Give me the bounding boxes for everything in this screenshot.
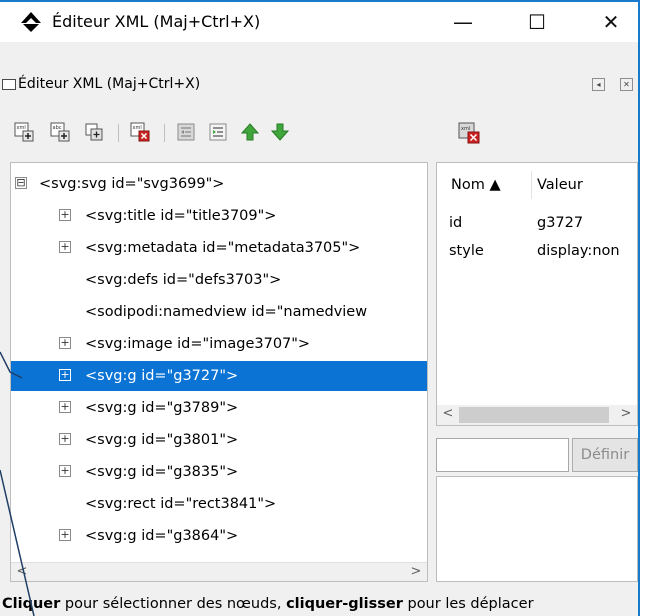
tree-node-label: <svg:rect id="rect3841"> (85, 496, 277, 512)
tree-node[interactable]: + <svg:g id="g3835"> (11, 457, 427, 487)
scroll-left-icon[interactable]: < (439, 405, 457, 423)
new-text-node-icon[interactable]: abc (50, 122, 70, 142)
expand-icon[interactable]: + (59, 209, 71, 221)
expand-icon[interactable]: + (59, 465, 71, 477)
tree-node[interactable]: <svg:rect id="rect3841"> (11, 489, 427, 519)
toolbar-separator (118, 124, 119, 142)
status-click-label: Cliquer (2, 596, 61, 612)
status-bar: Cliquer pour sélectionner des nœuds, cli… (2, 596, 534, 612)
expand-icon[interactable]: + (59, 401, 71, 413)
expand-icon[interactable]: + (59, 529, 71, 541)
attribute-name[interactable]: id (449, 215, 462, 231)
attribute-value[interactable]: display:non (537, 243, 620, 259)
tree-node-label: <svg:defs id="defs3703"> (85, 272, 282, 288)
close-button[interactable]: ✕ (586, 2, 636, 42)
expand-icon[interactable]: + (59, 369, 71, 381)
xml-editor-window: Éditeur XML (Maj+Ctrl+X) — ☐ ✕ Éditeur X… (0, 0, 640, 616)
svg-text:xml: xml (461, 126, 470, 132)
status-text: pour les déplacer (402, 596, 534, 612)
tree-node[interactable]: ⊟ <svg:svg id="svg3699"> (11, 169, 427, 199)
expand-icon[interactable]: + (59, 337, 71, 349)
scroll-left-icon[interactable]: < (13, 563, 31, 581)
attributes-horizontal-scrollbar[interactable]: < > (437, 405, 637, 425)
tree-node-label: <svg:title id="title3709"> (85, 208, 277, 224)
xml-panel-icon (2, 79, 16, 90)
delete-attribute-icon[interactable]: xml (458, 122, 480, 144)
scrollbar-thumb[interactable] (459, 407, 609, 423)
new-element-node-icon[interactable]: xml (14, 122, 34, 142)
expand-icon[interactable]: + (59, 433, 71, 445)
toolbar-separator (164, 124, 165, 142)
scroll-right-icon[interactable]: > (407, 563, 425, 581)
tree-node-label: <svg:svg id="svg3699"> (39, 176, 225, 192)
tree-node-selected[interactable]: + <svg:g id="g3727"> (11, 361, 427, 391)
indent-node-icon[interactable] (208, 122, 228, 142)
maximize-button[interactable]: ☐ (512, 2, 562, 42)
tree-node[interactable]: + <svg:g id="g3864"> (11, 521, 427, 551)
column-header-name[interactable]: Nom ▲ (451, 177, 501, 193)
tree-node-label: <svg:image id="image3707"> (85, 336, 311, 352)
attribute-name[interactable]: style (449, 243, 484, 259)
expand-icon[interactable]: + (59, 241, 71, 253)
define-button[interactable]: Définir (572, 438, 638, 472)
inkscape-logo-icon (21, 12, 41, 32)
column-header-value[interactable]: Valeur (537, 177, 583, 193)
tree-node-label: <svg:g id="g3789"> (85, 400, 239, 416)
tree-node-label: <svg:metadata id="metadata3705"> (85, 240, 361, 256)
window-title: Éditeur XML (Maj+Ctrl+X) (52, 12, 261, 31)
tree-node[interactable]: + <svg:metadata id="metadata3705"> (11, 233, 427, 263)
window-titlebar[interactable]: Éditeur XML (Maj+Ctrl+X) — ☐ ✕ (0, 2, 638, 42)
tree-node[interactable]: <svg:defs id="defs3703"> (11, 265, 427, 295)
status-text: pour sélectionner des nœuds, (60, 596, 287, 612)
node-tree[interactable]: ⊟ <svg:svg id="svg3699"> + <svg:title id… (10, 162, 428, 582)
attribute-value[interactable]: g3727 (537, 215, 583, 231)
scroll-right-icon[interactable]: > (617, 405, 635, 423)
raise-node-icon[interactable] (240, 122, 260, 142)
duplicate-node-icon[interactable] (84, 122, 104, 142)
panel-iconify-button[interactable]: ◂ (592, 78, 605, 91)
delete-node-icon[interactable]: xml (130, 122, 150, 142)
tree-node[interactable]: + <svg:g id="g3789"> (11, 393, 427, 423)
collapse-icon[interactable]: ⊟ (15, 177, 27, 189)
tree-node-label: <svg:g id="g3727"> (85, 368, 239, 384)
svg-text:abc: abc (53, 125, 62, 131)
tree-node[interactable]: <sodipodi:namedview id="namedview (11, 297, 427, 327)
lower-node-icon[interactable] (270, 122, 290, 142)
tree-node[interactable]: + <svg:image id="image3707"> (11, 329, 427, 359)
attribute-value-input[interactable] (436, 438, 569, 472)
minimize-button[interactable]: — (438, 2, 488, 42)
attributes-table[interactable]: Nom ▲ Valeur id g3727 style display:non … (436, 162, 638, 426)
panel-close-button[interactable]: ✕ (620, 78, 633, 91)
tree-node-label: <sodipodi:namedview id="namedview (85, 304, 368, 320)
attribute-value-editor[interactable] (436, 476, 638, 582)
tree-node-label: <svg:g id="g3864"> (85, 528, 239, 544)
unindent-node-icon[interactable] (176, 122, 196, 142)
tree-node[interactable]: + <svg:title id="title3709"> (11, 201, 427, 231)
svg-text:xml: xml (133, 125, 142, 131)
tree-horizontal-scrollbar[interactable]: < > (11, 562, 427, 581)
tree-node-label: <svg:g id="g3801"> (85, 432, 239, 448)
svg-text:xml: xml (17, 125, 26, 131)
panel-title: Éditeur XML (Maj+Ctrl+X) (18, 76, 201, 92)
column-divider (531, 171, 532, 199)
status-drag-label: cliquer-glisser (286, 596, 403, 612)
tree-node-label: <svg:g id="g3835"> (85, 464, 239, 480)
tree-node[interactable]: + <svg:g id="g3801"> (11, 425, 427, 455)
